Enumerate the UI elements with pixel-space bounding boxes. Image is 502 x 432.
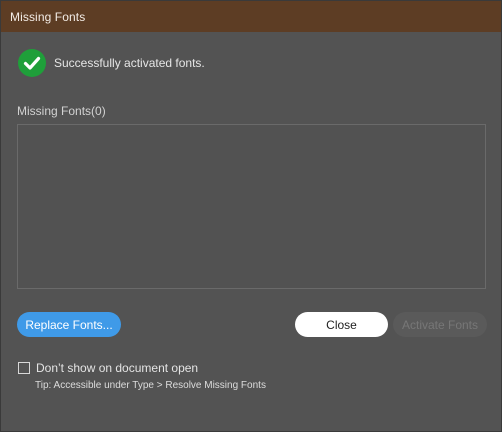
tip-text: Tip: Accessible under Type > Resolve Mis… — [35, 380, 266, 391]
activate-fonts-button[interactable]: Activate Fonts — [393, 312, 487, 337]
title-bar[interactable]: Missing Fonts — [1, 1, 501, 32]
dont-show-checkbox[interactable] — [18, 362, 30, 374]
checkmark-success-icon — [18, 49, 46, 77]
status-message: Successfully activated fonts. — [54, 56, 205, 70]
missing-fonts-label: Missing Fonts(0) — [17, 104, 106, 118]
replace-fonts-button[interactable]: Replace Fonts... — [17, 312, 121, 337]
close-button[interactable]: Close — [295, 312, 388, 337]
status-row: Successfully activated fonts. — [18, 49, 205, 77]
dont-show-label[interactable]: Don’t show on document open — [36, 361, 198, 375]
dont-show-option[interactable]: Don’t show on document open — [18, 361, 198, 375]
missing-fonts-dialog: Missing Fonts Successfully activated fon… — [0, 0, 502, 432]
window-title: Missing Fonts — [10, 10, 86, 24]
missing-fonts-list[interactable] — [17, 124, 486, 289]
